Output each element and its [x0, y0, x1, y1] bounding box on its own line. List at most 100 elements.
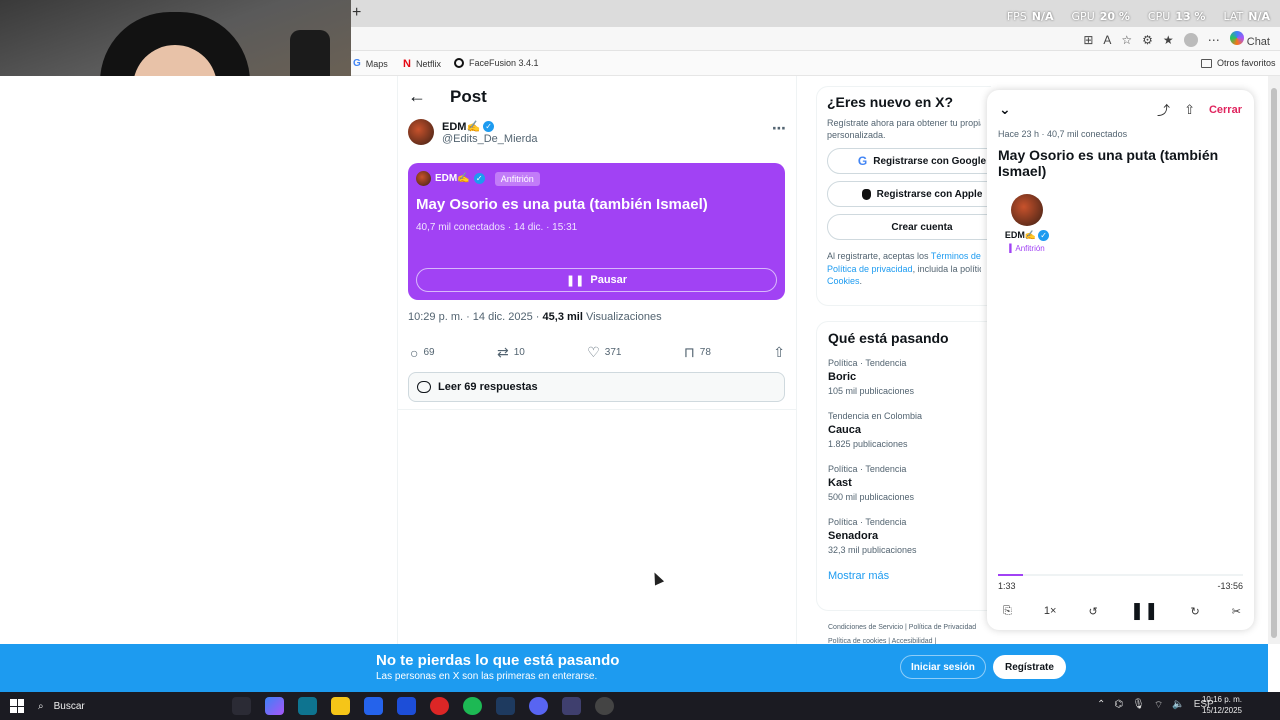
- show-more-link[interactable]: Mostrar más: [828, 570, 980, 582]
- read-replies-button[interactable]: Leer 69 respuestas: [408, 372, 785, 402]
- folder-icon: [1201, 58, 1212, 68]
- rewind-icon[interactable]: ↺: [1089, 605, 1098, 618]
- more-options-icon[interactable]: ⋯: [772, 120, 786, 137]
- like-count: 371: [604, 347, 622, 358]
- repost-button[interactable]: ⇄ 10: [497, 344, 525, 361]
- author-handle[interactable]: @Edits_De_Mierda: [442, 133, 538, 145]
- trend-item[interactable]: Política · Tendencia Boric 105 mil publi…: [828, 358, 980, 396]
- signup-button[interactable]: Regístrate: [993, 655, 1066, 679]
- address-bar-icons: ⊞ A ☆ ⚙ ★ ⋯ Chat: [1083, 31, 1270, 48]
- scrollbar-thumb[interactable]: [1271, 88, 1277, 638]
- read-aloud-icon[interactable]: A: [1103, 33, 1111, 47]
- extensions-icon[interactable]: ⚙: [1142, 33, 1153, 47]
- terms-link[interactable]: Términos de servicio: [931, 251, 981, 261]
- playback-progress-bar[interactable]: [998, 574, 1243, 576]
- trend-name: Senadora: [828, 530, 879, 542]
- address-bar[interactable]: ⊞ A ☆ ⚙ ★ ⋯ Chat: [351, 27, 1280, 51]
- app-available-icon[interactable]: ⊞: [1083, 33, 1093, 47]
- post-actions: ○ 69 ⇄ 10 ♡ 371 ⊓ 78 ⇧: [410, 344, 785, 361]
- reply-count: 69: [423, 347, 435, 358]
- taskbar-search[interactable]: ⌕ Buscar: [38, 697, 220, 715]
- forward-icon[interactable]: ↻: [1190, 605, 1199, 618]
- page-scrollbar[interactable]: [1268, 76, 1280, 644]
- obs-icon[interactable]: [595, 697, 614, 715]
- other-favorites-label: Otros favoritos: [1217, 58, 1276, 68]
- taskbar-clock[interactable]: 10:16 p. m. 15/12/2025: [1202, 695, 1242, 717]
- player-title: May Osorio es una puta (también Ismael): [998, 147, 1219, 180]
- google-icon: G: [353, 58, 361, 69]
- privacy-link[interactable]: Política de privacidad: [827, 264, 913, 274]
- clip-scissors-icon[interactable]: ✂: [1232, 605, 1241, 618]
- back-arrow-icon[interactable]: ←: [408, 86, 426, 107]
- more-menu-icon[interactable]: ⋯: [1208, 33, 1220, 47]
- apple-signup-label: Registrarse con Apple: [876, 188, 983, 200]
- share-icon: ⇧: [773, 344, 785, 360]
- pause-button[interactable]: ❚❚ Pausar: [416, 268, 777, 292]
- close-button[interactable]: Cerrar: [1209, 104, 1242, 116]
- performance-overlay: FPS N/A GPU 20 % CPU 13 % LAT N/A: [1007, 10, 1270, 23]
- app-icon[interactable]: [562, 697, 581, 715]
- chevron-down-icon[interactable]: ⌄: [999, 101, 1011, 118]
- post-header: ← Post: [408, 86, 487, 107]
- profile-avatar[interactable]: [1183, 32, 1198, 47]
- signup-box: ¿Eres nuevo en X? Regístrate ahora para …: [816, 86, 1017, 306]
- player-host-avatar[interactable]: [1011, 194, 1043, 226]
- favorite-star-icon[interactable]: ☆: [1121, 33, 1132, 47]
- like-button[interactable]: ♡ 371: [587, 344, 621, 361]
- favorites-icon[interactable]: ★: [1163, 33, 1174, 47]
- trend-item[interactable]: Política · Tendencia Senadora 32,3 mil p…: [828, 517, 980, 555]
- spotify-icon[interactable]: [463, 697, 482, 715]
- copilot-app-icon[interactable]: [265, 697, 284, 715]
- footer-line-1[interactable]: Condiciones de Servicio | Política de Pr…: [828, 621, 976, 635]
- elapsed-time: 1:33: [998, 581, 1016, 591]
- microphone-icon[interactable]: 🎙: [1132, 699, 1145, 712]
- discord-icon[interactable]: [529, 697, 548, 715]
- edge-browser-icon[interactable]: [298, 697, 317, 715]
- player-host[interactable]: EDM✍️ ✓ ▍Anfitrión: [1002, 194, 1052, 253]
- favorite-maps[interactable]: G Maps: [353, 58, 388, 69]
- author-name-text: EDM✍️: [442, 120, 481, 133]
- store-icon[interactable]: [364, 697, 383, 715]
- signup-subtitle-line1: Regístrate ahora para obtener tu propia …: [827, 118, 981, 128]
- create-account-label: Crear cuenta: [891, 221, 953, 233]
- favorite-netflix-label: Netflix: [415, 59, 441, 69]
- open-post-icon[interactable]: ⤴: [1157, 100, 1170, 119]
- space-card[interactable]: EDM✍️ ✓ Anfitrión May Osorio es una puta…: [408, 163, 785, 300]
- speed-button[interactable]: 1×: [1044, 605, 1057, 617]
- windows-start-icon[interactable]: [10, 699, 24, 713]
- opera-icon[interactable]: [430, 697, 449, 715]
- wifi-icon[interactable]: ⌔: [1154, 699, 1163, 712]
- other-favorites[interactable]: Otros favoritos: [1201, 58, 1276, 68]
- favorite-netflix[interactable]: N Netflix: [403, 58, 441, 70]
- reply-button[interactable]: ○ 69: [410, 344, 435, 361]
- trend-item[interactable]: Tendencia en Colombia Cauca 1.825 public…: [828, 411, 980, 449]
- share-icon[interactable]: ⇧: [1184, 102, 1195, 118]
- taskbar-apps: [232, 697, 614, 715]
- captions-icon[interactable]: ⎘: [1003, 605, 1012, 618]
- trend-item[interactable]: Política · Tendencia Kast 500 mil public…: [828, 464, 980, 502]
- bookmark-count: 78: [699, 347, 711, 358]
- pause-icon[interactable]: ❚❚: [1130, 601, 1159, 621]
- file-explorer-icon[interactable]: [331, 697, 350, 715]
- author-name[interactable]: EDM✍️ ✓: [442, 120, 538, 133]
- task-view-icon[interactable]: [232, 697, 251, 715]
- favorite-facefusion[interactable]: FaceFusion 3.4.1: [454, 58, 539, 68]
- login-button[interactable]: Iniciar sesión: [900, 655, 986, 679]
- author-avatar[interactable]: [408, 119, 434, 145]
- bookmark-button[interactable]: ⊓ 78: [684, 344, 711, 361]
- chevron-up-icon[interactable]: ⌃: [1097, 699, 1105, 712]
- cookies-link[interactable]: Cookies: [827, 276, 860, 286]
- terms-text: Al registrarte, aceptas los Términos de …: [827, 250, 981, 286]
- steam-icon[interactable]: [496, 697, 515, 715]
- share-button[interactable]: ⇧: [773, 344, 785, 361]
- trend-name: Kast: [828, 477, 852, 489]
- copilot-chat-button[interactable]: Chat: [1229, 31, 1270, 48]
- new-tab-button[interactable]: +: [352, 4, 361, 22]
- outlook-icon[interactable]: [397, 697, 416, 715]
- post-timestamp[interactable]: 10:29 p. m. · 14 dic. 2025 ·: [408, 311, 543, 323]
- network-icon[interactable]: ⌬: [1114, 699, 1123, 712]
- trends-title: Qué está pasando: [828, 330, 949, 346]
- post-author[interactable]: EDM✍️ ✓ @Edits_De_Mierda: [408, 119, 538, 145]
- space-host: EDM✍️ ✓ Anfitrión: [416, 171, 540, 186]
- volume-icon[interactable]: 🔈: [1172, 699, 1184, 712]
